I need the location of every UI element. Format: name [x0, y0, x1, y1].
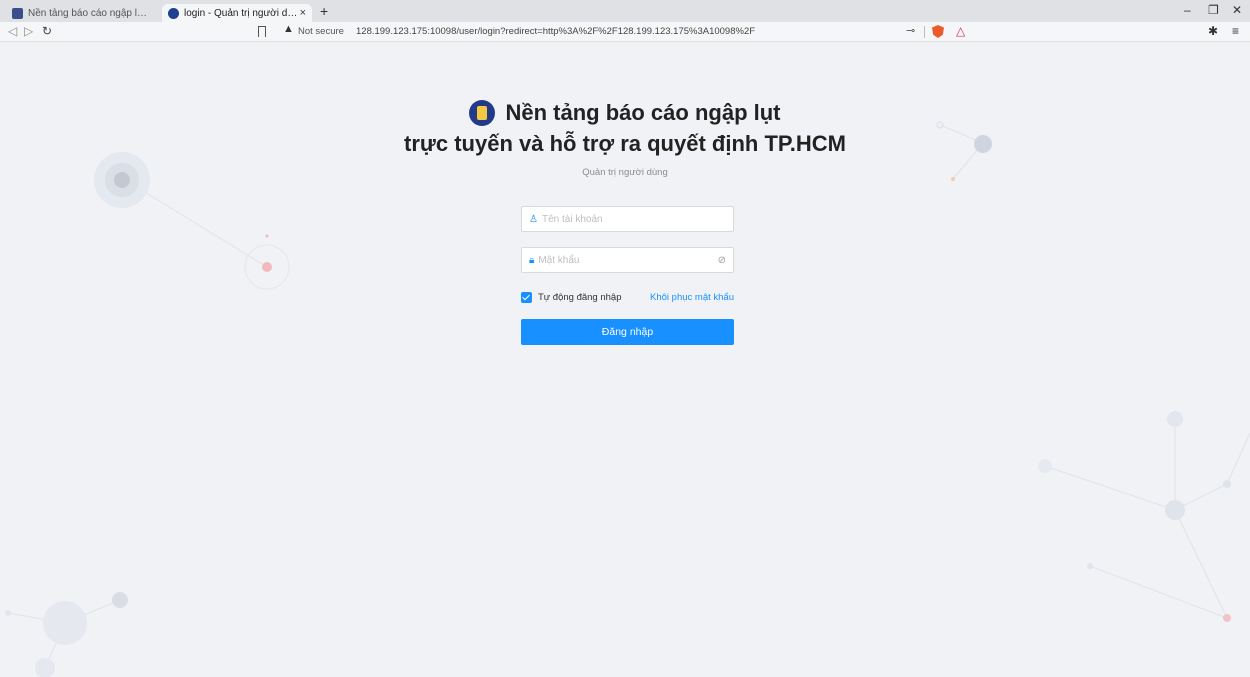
user-icon: ♙ [529, 213, 538, 225]
brave-shields-icon[interactable] [932, 25, 944, 38]
new-tab-button[interactable]: + [320, 3, 328, 19]
eye-invisible-icon[interactable]: ⊘ [718, 255, 726, 266]
security-label[interactable]: Not secure [298, 26, 344, 37]
site-favicon-icon [168, 7, 179, 19]
login-page: Nền tảng báo cáo ngập lụt trực tuyến và … [0, 43, 1250, 677]
bookmark-icon[interactable] [258, 26, 266, 37]
reload-icon[interactable]: ↻ [42, 24, 52, 38]
login-button[interactable]: Đăng nhập [521, 319, 734, 345]
remember-row: Tự động đăng nhập Khôi phục mật khẩu [521, 290, 734, 304]
back-icon[interactable]: ◁ [8, 24, 17, 38]
lock-icon: 🔒︎ [529, 254, 535, 266]
extensions-icon[interactable]: ✱ [1208, 24, 1218, 38]
tab-label: Nền tảng báo cáo ngập lụt trực tuyến [28, 7, 152, 19]
tab-close-icon[interactable]: × [300, 7, 306, 19]
browser-toolbar: ◁ ▷ ↻ ▲ Not secure 128.199.123.175:10098… [0, 22, 1250, 42]
title-row: Nền tảng báo cáo ngập lụt [0, 100, 1250, 126]
key-icon[interactable]: ⊸ [906, 24, 915, 37]
site-favicon-icon [12, 7, 23, 19]
tab-flood-report[interactable]: Nền tảng báo cáo ngập lụt trực tuyến [6, 4, 158, 22]
forgot-password-link[interactable]: Khôi phục mật khẩu [650, 292, 734, 303]
password-placeholder: Mật khẩu [538, 254, 580, 266]
forward-icon[interactable]: ▷ [24, 24, 33, 38]
login-button-label: Đăng nhập [601, 326, 654, 338]
window-close-icon[interactable]: ✕ [1232, 3, 1242, 17]
password-input[interactable]: 🔒︎ Mật khẩu ⊘ [521, 247, 734, 273]
page-title: Nền tảng báo cáo ngập lụt [505, 100, 781, 125]
menu-icon[interactable]: ≡ [1232, 24, 1239, 38]
tab-login[interactable]: login - Quản trị người dùng × [162, 4, 312, 22]
page-title-line2: trực tuyến và hỗ trợ ra quyết định TP.HC… [404, 131, 846, 156]
restore-icon[interactable]: ❐ [1208, 3, 1219, 17]
tab-label: login - Quản trị người dùng [184, 7, 300, 19]
username-placeholder: Tên tài khoản [541, 213, 603, 225]
minimize-icon[interactable]: – [1184, 3, 1191, 17]
brave-rewards-icon[interactable]: △ [956, 24, 965, 38]
warning-icon[interactable]: ▲ [283, 23, 294, 35]
address-bar[interactable]: 128.199.123.175:10098/user/login?redirec… [356, 26, 755, 37]
divider [924, 26, 925, 38]
remember-checkbox[interactable] [521, 291, 532, 303]
tab-strip: Nền tảng báo cáo ngập lụt trực tuyến log… [0, 0, 1250, 22]
browser-window: Nền tảng báo cáo ngập lụt trực tuyến log… [0, 0, 1250, 677]
page-subtitle: Quản trị người dùng [582, 167, 668, 178]
logo-icon [469, 100, 496, 126]
username-input[interactable]: ♙ Tên tài khoản [521, 206, 734, 232]
remember-label[interactable]: Tự động đăng nhập [538, 292, 621, 303]
